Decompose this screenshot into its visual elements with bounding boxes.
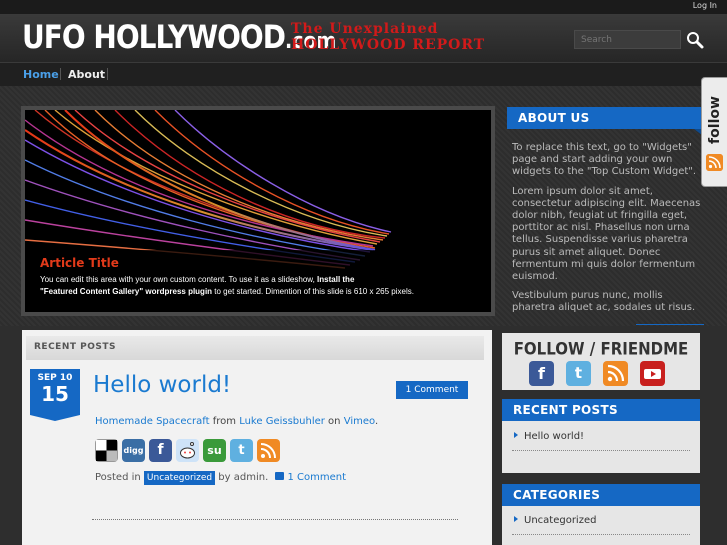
nav-divider bbox=[60, 68, 61, 80]
author-link[interactable]: Luke Geissbuhler bbox=[239, 416, 325, 427]
meta-text: Posted in bbox=[95, 472, 144, 483]
tagline-line-2: HOLLYWOOD REPORT bbox=[291, 37, 486, 53]
slide[interactable]: Article Title You can edit this area wit… bbox=[25, 110, 491, 312]
excerpt-text: on bbox=[324, 416, 344, 427]
slide-title[interactable]: Article Title bbox=[40, 256, 476, 270]
excerpt-text: . bbox=[374, 416, 379, 427]
stumbleupon-icon[interactable]: su bbox=[203, 439, 226, 462]
about-paragraph: To replace this text, go to "Widgets" pa… bbox=[512, 142, 697, 178]
bullet-icon bbox=[514, 432, 518, 438]
post-meta: Posted in Uncategorized by admin. 1 Comm… bbox=[95, 471, 346, 485]
about-paragraph: Vestibulum purus nunc, mollis pharetra a… bbox=[512, 290, 696, 314]
about-paragraph: Lorem ipsum dolor sit amet, consectetur … bbox=[512, 185, 701, 283]
rss-icon[interactable] bbox=[603, 361, 628, 386]
reddit-icon[interactable] bbox=[176, 439, 199, 462]
search-icon[interactable] bbox=[684, 30, 706, 50]
vimeo-link[interactable]: Vimeo bbox=[344, 416, 375, 427]
youtube-icon[interactable] bbox=[640, 361, 665, 386]
post-divider bbox=[92, 519, 458, 520]
slide-description: You can edit this area with your own cus… bbox=[40, 274, 476, 298]
nav-home[interactable]: Home bbox=[23, 68, 59, 81]
category-link[interactable]: Uncategorized bbox=[514, 515, 596, 526]
follow-widget-title: FOLLOW / FRIENDME bbox=[513, 338, 689, 360]
recent-posts-label: RECENT POSTS bbox=[34, 342, 116, 352]
slide-text-bold: "Featured Content Gallery" wordpress plu… bbox=[40, 287, 213, 296]
recent-posts-widget: Hello world! bbox=[502, 421, 700, 473]
facebook-icon[interactable]: f bbox=[149, 439, 172, 462]
recent-post-label: Hello world! bbox=[524, 431, 585, 442]
about-us-text: To replace this text, go to "Widgets" pa… bbox=[512, 142, 707, 322]
categories-heading: CATEGORIES bbox=[502, 484, 700, 512]
slide-text-part: to get started. Dimention of this slide … bbox=[212, 287, 414, 296]
follow-side-tab[interactable]: follow bbox=[701, 77, 727, 187]
site-header: UFO HOLLYWOOD.com The Unexplained HOLLYW… bbox=[0, 14, 727, 62]
search-input[interactable] bbox=[574, 30, 681, 49]
category-link[interactable]: Uncategorized bbox=[143, 471, 216, 485]
slide-text-part: You can edit this area with your own cus… bbox=[40, 275, 318, 284]
excerpt-text: from bbox=[209, 416, 240, 427]
slide-text-bold: Install the bbox=[317, 275, 355, 284]
login-link[interactable]: Log In bbox=[693, 1, 717, 10]
comment-count-button[interactable]: 1 Comment bbox=[396, 381, 468, 399]
featured-slideshow: Article Title You can edit this area wit… bbox=[21, 106, 495, 316]
category-label: Uncategorized bbox=[524, 515, 597, 526]
logo-main-text: UFO HOLLYWOOD bbox=[22, 18, 286, 56]
main-nav: Home About bbox=[0, 62, 727, 86]
follow-tab-label: follow bbox=[707, 96, 723, 144]
post-day: 15 bbox=[41, 382, 69, 406]
about-us-heading: ABOUT US bbox=[507, 107, 702, 135]
meta-text: by admin. bbox=[215, 472, 272, 483]
divider bbox=[512, 534, 690, 535]
nav-divider bbox=[107, 68, 108, 80]
content-area bbox=[22, 330, 492, 545]
site-tagline: The Unexplained HOLLYWOOD REPORT bbox=[291, 21, 485, 53]
delicious-icon[interactable] bbox=[95, 439, 118, 462]
slide-caption: Article Title You can edit this area wit… bbox=[25, 250, 491, 312]
bullet-icon bbox=[514, 516, 518, 522]
comments-link[interactable]: 1 Comment bbox=[287, 472, 346, 483]
recent-post-link[interactable]: Hello world! bbox=[514, 431, 584, 442]
rss-icon bbox=[706, 154, 723, 171]
nav-about[interactable]: About bbox=[68, 68, 105, 81]
twitter-icon[interactable]: t bbox=[230, 439, 253, 462]
digg-icon[interactable]: digg bbox=[122, 439, 145, 462]
rss-icon[interactable] bbox=[257, 439, 280, 462]
twitter-icon[interactable]: t bbox=[566, 361, 591, 386]
recent-posts-bar: RECENT POSTS bbox=[26, 336, 484, 360]
site-logo[interactable]: UFO HOLLYWOOD.com bbox=[22, 18, 336, 56]
recent-posts-heading: RECENT POSTS bbox=[502, 399, 700, 427]
top-bar: Log In bbox=[0, 0, 727, 14]
post-date-badge: SEP 10 15 bbox=[30, 369, 80, 421]
facebook-icon[interactable]: f bbox=[529, 361, 554, 386]
tagline-line-1: The Unexplained bbox=[291, 21, 439, 37]
post-excerpt: Homemade Spacecraft from Luke Geissbuhle… bbox=[95, 416, 378, 427]
divider bbox=[636, 324, 704, 325]
divider bbox=[512, 450, 690, 451]
video-link[interactable]: Homemade Spacecraft bbox=[95, 416, 210, 427]
comment-icon bbox=[275, 472, 285, 480]
categories-widget: Uncategorized bbox=[502, 506, 700, 545]
post-title[interactable]: Hello world! bbox=[93, 372, 231, 398]
